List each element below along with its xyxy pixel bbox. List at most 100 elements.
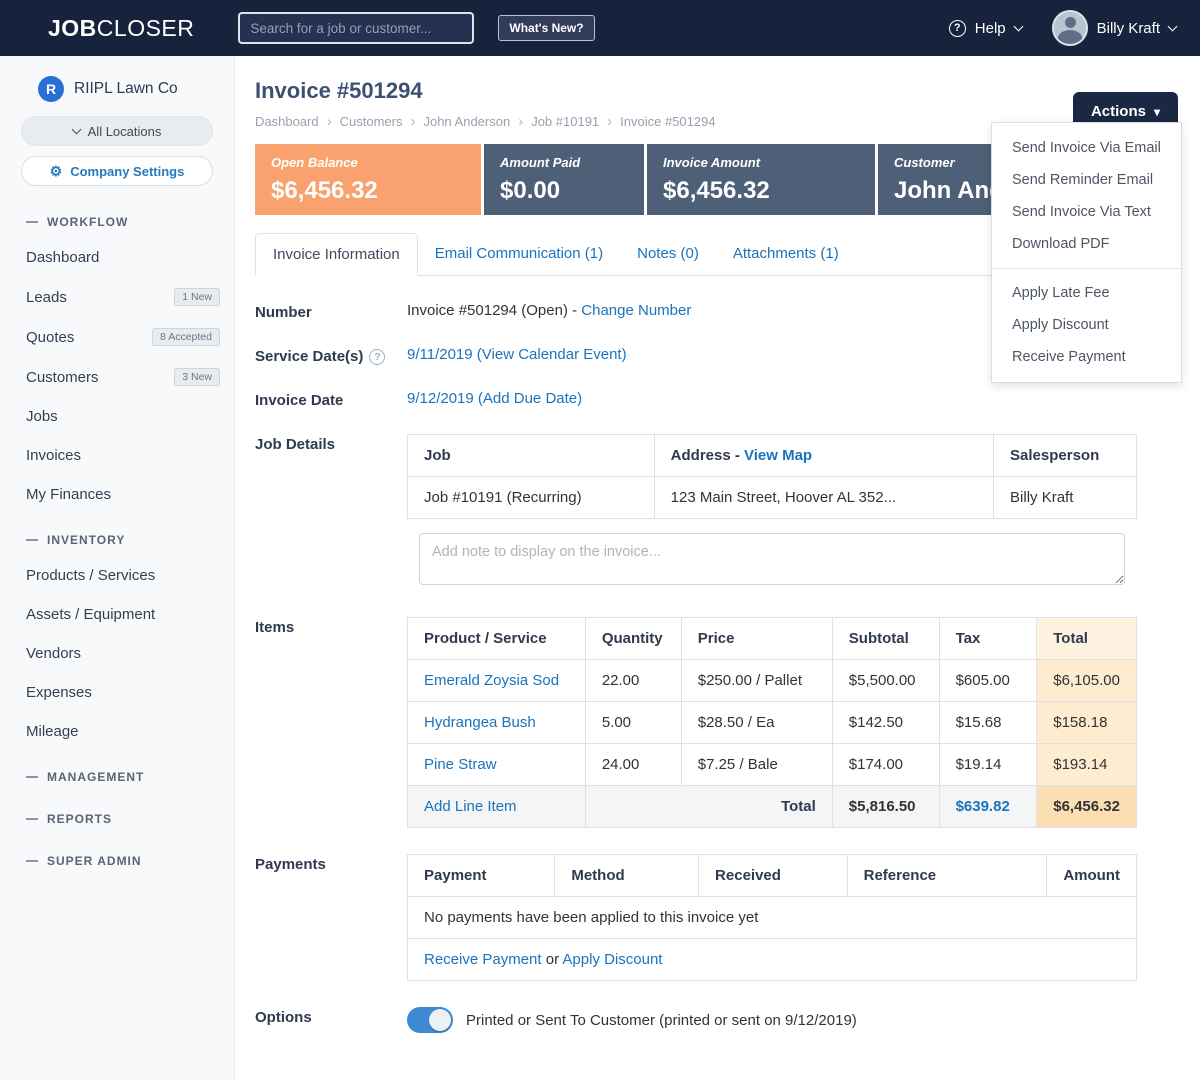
add-due-date-link[interactable]: (Add Due Date) <box>478 390 582 407</box>
search-input[interactable] <box>238 12 474 44</box>
section-super-admin[interactable]: SUPER ADMIN <box>0 835 234 877</box>
invoice-number-value: Invoice #501294 (Open) - <box>407 302 577 319</box>
user-menu[interactable]: Billy Kraft <box>1052 10 1176 46</box>
item-product-link[interactable]: Pine Straw <box>424 756 497 773</box>
payments-table: Payment Method Received Reference Amount… <box>407 854 1137 981</box>
whats-new-button[interactable]: What's New? <box>498 15 594 41</box>
menu-apply-late-fee[interactable]: Apply Late Fee <box>992 277 1181 309</box>
help-menu[interactable]: ? Help <box>949 20 1022 37</box>
breadcrumb-customer-name[interactable]: John Anderson <box>423 114 510 129</box>
sidebar-item-expenses[interactable]: Expenses <box>0 673 234 712</box>
page-header: Invoice #501294 Dashboard › Customers › … <box>255 78 1178 129</box>
sidebar-item-products-services[interactable]: Products / Services <box>0 556 234 595</box>
menu-download-pdf[interactable]: Download PDF <box>992 228 1181 260</box>
info-icon: ? <box>369 349 385 365</box>
apply-discount-link[interactable]: Apply Discount <box>562 951 662 968</box>
company-settings-label: Company Settings <box>70 164 184 179</box>
sidebar-item-assets-equipment[interactable]: Assets / Equipment <box>0 595 234 634</box>
chevron-down-icon <box>1013 21 1023 31</box>
leads-badge: 1 New <box>174 288 220 306</box>
items-header-quantity: Quantity <box>585 618 681 660</box>
sidebar-item-customers[interactable]: Customers3 New <box>0 357 234 397</box>
breadcrumb-job[interactable]: Job #10191 <box>531 114 599 129</box>
help-label: Help <box>975 20 1006 37</box>
breadcrumb-customers[interactable]: Customers <box>340 114 403 129</box>
items-table: Product / Service Quantity Price Subtota… <box>407 617 1137 828</box>
menu-receive-payment[interactable]: Receive Payment <box>992 341 1181 373</box>
item-qty: 24.00 <box>585 744 681 786</box>
menu-apply-discount[interactable]: Apply Discount <box>992 309 1181 341</box>
breadcrumb-dashboard[interactable]: Dashboard <box>255 114 319 129</box>
sidebar-item-my-finances[interactable]: My Finances <box>0 475 234 514</box>
tab-invoice-information[interactable]: Invoice Information <box>255 233 418 276</box>
payments-header-method: Method <box>555 855 699 897</box>
receive-payment-link[interactable]: Receive Payment <box>424 951 542 968</box>
breadcrumb-separator-icon: › <box>607 114 612 129</box>
tab-notes[interactable]: Notes (0) <box>620 233 716 275</box>
item-price: $250.00 / Pallet <box>681 660 832 702</box>
menu-send-invoice-email[interactable]: Send Invoice Via Email <box>992 132 1181 164</box>
item-product-link[interactable]: Hydrangea Bush <box>424 714 536 731</box>
avatar <box>1052 10 1088 46</box>
jd-header-salesperson: Salesperson <box>994 435 1137 477</box>
payments-header-received: Received <box>699 855 848 897</box>
top-navbar: JOBCLOSER What's New? ? Help Billy Kraft <box>0 0 1200 56</box>
sidebar-item-vendors[interactable]: Vendors <box>0 634 234 673</box>
all-locations-dropdown[interactable]: All Locations <box>21 116 213 146</box>
breadcrumb-current: Invoice #501294 <box>620 114 715 129</box>
item-tax: $605.00 <box>939 660 1037 702</box>
invoice-date-row: Invoice Date 9/12/2019 (Add Due Date) <box>255 390 1178 409</box>
options-label: Options <box>255 1007 407 1033</box>
caret-down-icon: ▾ <box>1154 105 1160 119</box>
sidebar-item-quotes[interactable]: Quotes8 Accepted <box>0 317 234 357</box>
app-logo[interactable]: JOBCLOSER <box>48 15 194 42</box>
items-tax-link[interactable]: $639.82 <box>956 798 1010 815</box>
help-icon: ? <box>949 20 966 37</box>
item-total: $158.18 <box>1037 702 1137 744</box>
breadcrumb-separator-icon: › <box>327 114 332 129</box>
stat-amount-paid: Amount Paid $0.00 <box>484 144 644 215</box>
payments-row: Payments Payment Method Received Referen… <box>255 854 1178 981</box>
view-map-link[interactable]: View Map <box>744 447 812 464</box>
item-row: Hydrangea Bush 5.00 $28.50 / Ea $142.50 … <box>408 702 1137 744</box>
menu-send-reminder-email[interactable]: Send Reminder Email <box>992 164 1181 196</box>
tab-attachments[interactable]: Attachments (1) <box>716 233 856 275</box>
items-header-product: Product / Service <box>408 618 586 660</box>
printed-sent-toggle[interactable] <box>407 1007 453 1033</box>
tab-email-communication[interactable]: Email Communication (1) <box>418 233 620 275</box>
breadcrumb-separator-icon: › <box>518 114 523 129</box>
chevron-down-icon <box>71 124 81 134</box>
item-subtotal: $5,500.00 <box>832 660 939 702</box>
add-line-item-link[interactable]: Add Line Item <box>424 798 517 815</box>
sidebar-item-jobs[interactable]: Jobs <box>0 397 234 436</box>
logo-bold: JOB <box>48 15 97 41</box>
payments-header-amount: Amount <box>1047 855 1137 897</box>
invoice-date-link[interactable]: 9/12/2019 <box>407 390 474 407</box>
printed-sent-text: Printed or Sent To Customer (printed or … <box>466 1012 857 1029</box>
section-icon <box>26 776 38 778</box>
invoice-note-input[interactable] <box>419 533 1125 585</box>
user-name: Billy Kraft <box>1097 20 1160 37</box>
sidebar-item-invoices[interactable]: Invoices <box>0 436 234 475</box>
service-date-label: Service Date(s) <box>255 348 363 365</box>
company-name: RIIPL Lawn Co <box>74 80 178 98</box>
item-tax: $19.14 <box>939 744 1037 786</box>
breadcrumb-separator-icon: › <box>410 114 415 129</box>
customers-badge: 3 New <box>174 368 220 386</box>
item-subtotal: $174.00 <box>832 744 939 786</box>
change-number-link[interactable]: Change Number <box>581 302 691 319</box>
sidebar-item-leads[interactable]: Leads1 New <box>0 277 234 317</box>
payments-header-payment: Payment <box>408 855 555 897</box>
sidebar-item-mileage[interactable]: Mileage <box>0 712 234 751</box>
sidebar-item-dashboard[interactable]: Dashboard <box>0 238 234 277</box>
jd-header-job: Job <box>408 435 655 477</box>
chevron-down-icon <box>1168 21 1178 31</box>
stat-invoice-amount: Invoice Amount $6,456.32 <box>647 144 875 215</box>
service-date-link[interactable]: 9/11/2019 <box>407 346 473 363</box>
company-settings-button[interactable]: ⚙ Company Settings <box>21 156 213 186</box>
section-reports[interactable]: REPORTS <box>0 793 234 835</box>
section-management[interactable]: MANAGEMENT <box>0 751 234 793</box>
menu-send-invoice-text[interactable]: Send Invoice Via Text <box>992 196 1181 228</box>
item-product-link[interactable]: Emerald Zoysia Sod <box>424 672 559 689</box>
view-calendar-event-link[interactable]: (View Calendar Event) <box>477 346 627 363</box>
